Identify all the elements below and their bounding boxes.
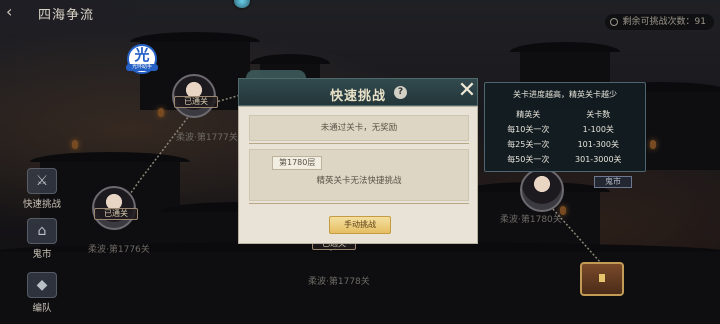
quick-challenge-button[interactable]: ⚔ 快速挑战 — [20, 168, 64, 210]
column-header: 关卡数 — [586, 110, 611, 119]
light-halo-badge[interactable]: 光 光环助手 — [126, 44, 158, 74]
table-row: 每25关一次 101-300关 — [495, 137, 635, 152]
table-cell: 1-100关 — [582, 125, 614, 134]
ghost-market-label: 鬼市 — [32, 249, 52, 260]
table-header-row: 精英关 关卡数 — [495, 107, 635, 122]
passed-tag: 已通关 — [94, 208, 138, 220]
close-icon[interactable]: ✕ — [456, 80, 478, 102]
floor-tag: 第1780层 — [272, 156, 323, 170]
stage-portrait — [520, 168, 564, 212]
table-cell: 每50关一次 — [507, 155, 550, 164]
divider — [249, 203, 469, 204]
divider — [249, 143, 469, 144]
quick-challenge-dialog: 快速挑战 ? ✕ 未通过关卡，无奖励 第1780层 精英关卡无法快捷挑战 手动挑… — [238, 70, 478, 244]
stage-label: 柔波·第1778关 — [308, 277, 370, 287]
badge-sub: 光环助手 — [126, 64, 158, 71]
ghost-market-button[interactable]: ⌂ 鬼市 — [20, 218, 64, 260]
badge-char: 光 — [134, 46, 150, 64]
passed-tag: 已通关 — [174, 96, 218, 108]
formation-icon: ◆ — [27, 272, 57, 298]
quick-challenge-label: 快速挑战 — [22, 199, 61, 210]
tooltip-heading: 关卡进度越高，精英关卡越少 — [513, 90, 617, 99]
dialog-body: 未通过关卡，无奖励 第1780层 精英关卡无法快捷挑战 手动挑战 — [238, 106, 478, 244]
stage-label: 柔波·第1780关 — [500, 215, 562, 225]
elite-message: 精英关卡无法快捷挑战 — [316, 176, 402, 186]
table-cell: 每25关一次 — [507, 140, 550, 149]
table-cell: 每10关一次 — [507, 125, 550, 134]
stage-node-1777[interactable]: 已通关 柔波·第1777关 — [172, 74, 238, 143]
page-title: 四海争流 — [38, 8, 95, 23]
table-row: 每50关一次 301-3000关 — [495, 152, 635, 167]
ghost-market-tag[interactable]: 鬼市 — [594, 176, 632, 188]
back-arrow-icon[interactable]: ‹ — [6, 4, 28, 20]
stage-node-1776[interactable]: 已通关 柔波·第1776关 — [88, 186, 150, 255]
remaining-attempts-label: 剩余可挑战次数：91 — [622, 17, 706, 27]
treasure-chest-icon[interactable] — [580, 262, 624, 296]
elite-stage-tooltip: 关卡进度越高，精英关卡越少 精英关 关卡数 每10关一次 1-100关 每25关… — [484, 82, 646, 172]
reward-status: 未通过关卡，无奖励 — [249, 115, 469, 141]
manual-challenge-button[interactable]: 手动挑战 — [329, 216, 391, 234]
formation-button[interactable]: ◆ 编队 — [20, 272, 64, 314]
floor-section: 第1780层 精英关卡无法快捷挑战 — [249, 149, 469, 201]
table-row: 每10关一次 1-100关 — [495, 122, 635, 137]
help-icon[interactable]: ? — [394, 86, 407, 99]
stage-label: 柔波·第1776关 — [88, 245, 150, 255]
swords-icon: ⚔ — [27, 168, 57, 194]
dialog-title: 快速挑战 — [329, 89, 386, 104]
info-icon — [609, 18, 618, 26]
stage-label: 柔波·第1777关 — [176, 133, 238, 143]
remaining-attempts: 剩余可挑战次数：91 — [604, 14, 714, 30]
market-icon: ⌂ — [27, 218, 57, 244]
stage-node-1780[interactable]: 柔波·第1780关 — [500, 168, 564, 225]
formation-label: 编队 — [32, 303, 52, 314]
table-cell: 301-3000关 — [575, 155, 622, 164]
column-header: 精英关 — [516, 110, 541, 119]
table-cell: 101-300关 — [577, 140, 619, 149]
dialog-header: 快速挑战 ? ✕ — [238, 78, 478, 106]
elite-frequency-table: 精英关 关卡数 每10关一次 1-100关 每25关一次 101-300关 每5… — [495, 107, 635, 167]
